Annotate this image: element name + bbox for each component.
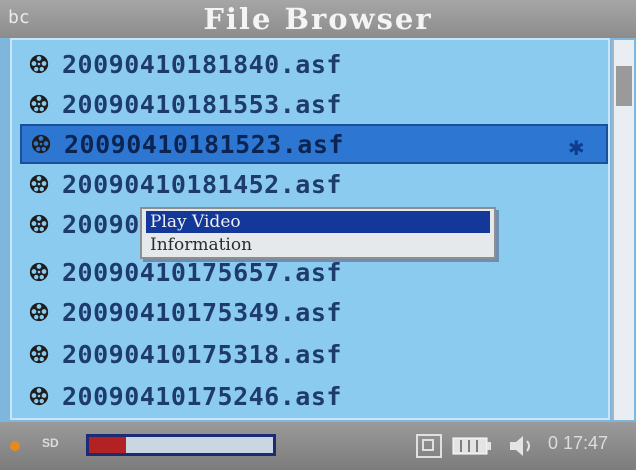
scrollbar[interactable] — [612, 40, 634, 420]
menu-item-play-video[interactable]: Play Video — [146, 211, 490, 233]
film-reel-icon — [29, 386, 49, 406]
film-reel-icon — [29, 174, 49, 194]
file-name: 20090410181523.asf — [64, 129, 344, 159]
file-name: 20090410175246.asf — [62, 381, 342, 411]
film-reel-icon — [29, 344, 49, 364]
scrollbar-thumb[interactable] — [616, 66, 632, 106]
file-row[interactable]: 20090410175349.asf — [20, 292, 608, 332]
card-icon — [416, 434, 442, 458]
storage-dot-icon — [10, 441, 20, 451]
context-menu: Play Video Information — [140, 207, 496, 259]
file-row[interactable]: 20090410181452.asf — [20, 164, 608, 204]
file-name: 20090410175349.asf — [62, 297, 342, 327]
file-row[interactable]: 20090410175246.asf — [20, 376, 608, 416]
file-row-selected[interactable]: 20090410181523.asf ✱ — [20, 124, 608, 164]
file-name: 20090410181553.asf — [62, 89, 342, 119]
playback-progress-bar[interactable] — [86, 434, 276, 456]
file-name: 20090410181840.asf — [62, 49, 342, 79]
speaker-icon — [510, 436, 530, 456]
selection-mark-icon: ✱ — [568, 132, 584, 162]
film-reel-icon — [31, 134, 51, 154]
window-title: File Browser — [203, 2, 433, 36]
file-row[interactable]: 20090410181553.asf — [20, 84, 608, 124]
file-name: 20090410181452.asf — [62, 169, 342, 199]
file-row[interactable]: 20090410181840.asf — [20, 44, 608, 84]
file-name: 20090410175318.asf — [62, 339, 342, 369]
storage-label: SD — [42, 436, 59, 450]
status-bar: SD 0 17:47 — [0, 422, 636, 470]
film-reel-icon — [29, 54, 49, 74]
progress-fill — [89, 437, 126, 453]
file-name: 20090410175657.asf — [62, 257, 342, 287]
file-row[interactable]: 20090410175318.asf — [20, 334, 608, 374]
menu-item-information[interactable]: Information — [146, 234, 490, 256]
battery-icon — [452, 437, 491, 455]
film-reel-icon — [29, 94, 49, 114]
title-bar: bc File Browser — [0, 0, 636, 38]
file-name: 20090 — [62, 209, 140, 239]
film-reel-icon — [29, 262, 49, 282]
film-reel-icon — [29, 302, 49, 322]
film-reel-icon — [29, 214, 49, 234]
clock: 0 17:47 — [548, 433, 609, 453]
